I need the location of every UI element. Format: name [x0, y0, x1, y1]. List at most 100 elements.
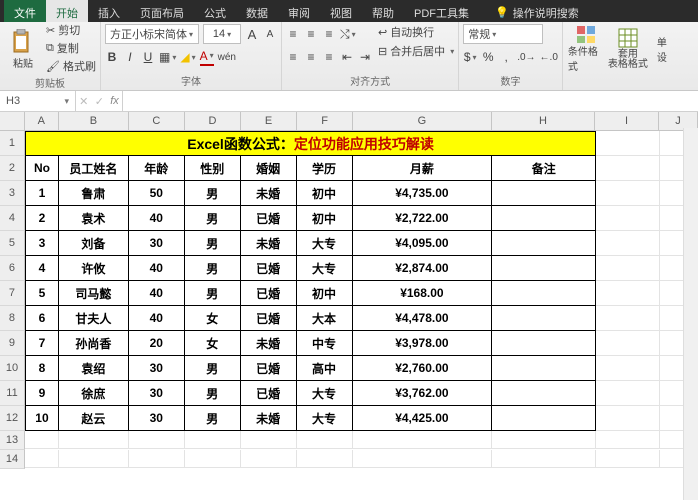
- row-header[interactable]: 11: [0, 381, 25, 406]
- increase-font-button[interactable]: A: [245, 26, 259, 42]
- header-age[interactable]: 年龄: [129, 156, 185, 181]
- cell[interactable]: [596, 181, 660, 206]
- format-painter-button[interactable]: 🖌 格式刷: [46, 58, 96, 74]
- cell[interactable]: [492, 431, 596, 449]
- cell-age[interactable]: 50: [129, 181, 185, 206]
- cell-edu[interactable]: 初中: [297, 181, 353, 206]
- cell-remark[interactable]: [492, 231, 596, 256]
- cell-name[interactable]: 许攸: [59, 256, 129, 281]
- header-marital[interactable]: 婚姻: [241, 156, 297, 181]
- font-size-select[interactable]: 14: [203, 24, 241, 44]
- cell-remark[interactable]: [492, 381, 596, 406]
- tab-help[interactable]: 帮助: [362, 0, 404, 22]
- cell-salary[interactable]: ¥2,760.00: [353, 356, 493, 381]
- cell-gender[interactable]: 男: [185, 406, 241, 431]
- cell-edu[interactable]: 大专: [297, 406, 353, 431]
- cell-marital[interactable]: 已婚: [241, 206, 297, 231]
- cell-name[interactable]: 赵云: [59, 406, 129, 431]
- row-header[interactable]: 10: [0, 356, 25, 381]
- cell-salary[interactable]: ¥4,735.00: [353, 181, 493, 206]
- cell[interactable]: [596, 381, 660, 406]
- cancel-edit-button[interactable]: ✕: [79, 95, 88, 108]
- col-header[interactable]: C: [129, 112, 185, 130]
- cell-salary[interactable]: ¥168.00: [353, 281, 493, 306]
- cell[interactable]: [596, 306, 660, 331]
- cell-edu[interactable]: 初中: [297, 206, 353, 231]
- cell-name[interactable]: 鲁肃: [59, 181, 129, 206]
- copy-button[interactable]: ⧉ 复制: [46, 40, 96, 56]
- cell-age[interactable]: 20: [129, 331, 185, 356]
- cell-edu[interactable]: 大专: [297, 231, 353, 256]
- cell[interactable]: [596, 281, 660, 306]
- row-header[interactable]: 14: [0, 450, 25, 469]
- cell-age[interactable]: 40: [129, 306, 185, 331]
- cell-gender[interactable]: 男: [185, 206, 241, 231]
- cell[interactable]: [596, 256, 660, 281]
- cell[interactable]: [185, 431, 241, 449]
- cell-age[interactable]: 30: [129, 356, 185, 381]
- cell[interactable]: [596, 431, 660, 449]
- formula-input[interactable]: [123, 91, 698, 111]
- row-header[interactable]: 9: [0, 331, 25, 356]
- select-all-corner[interactable]: [0, 112, 25, 130]
- col-header[interactable]: A: [25, 112, 59, 130]
- cell-edu[interactable]: 高中: [297, 356, 353, 381]
- fx-button[interactable]: fx: [110, 95, 119, 107]
- cell[interactable]: [596, 231, 660, 256]
- tab-home[interactable]: 开始: [46, 0, 88, 22]
- align-left-button[interactable]: ≡: [286, 49, 300, 65]
- fill-color-button[interactable]: ◢: [180, 49, 195, 65]
- underline-button[interactable]: U: [141, 49, 155, 65]
- cell-name[interactable]: 袁术: [59, 206, 129, 231]
- cell-name[interactable]: 袁绍: [59, 356, 129, 381]
- cut-button[interactable]: ✂ 剪切: [46, 22, 96, 38]
- comma-button[interactable]: ,: [499, 49, 513, 65]
- cell-no[interactable]: 8: [25, 356, 59, 381]
- cell-marital[interactable]: 未婚: [241, 406, 297, 431]
- cell[interactable]: [129, 450, 185, 468]
- cell-age[interactable]: 40: [129, 206, 185, 231]
- cell-name[interactable]: 孙尚香: [59, 331, 129, 356]
- cell-edu[interactable]: 大专: [297, 256, 353, 281]
- cell-remark[interactable]: [492, 181, 596, 206]
- cell-marital[interactable]: 已婚: [241, 256, 297, 281]
- row-header[interactable]: 6: [0, 256, 25, 281]
- title-cell[interactable]: Excel函数公式： 定位功能应用技巧解读: [25, 131, 596, 156]
- cell-marital[interactable]: 未婚: [241, 231, 297, 256]
- row-header[interactable]: 13: [0, 431, 25, 450]
- cell[interactable]: [596, 331, 660, 356]
- cell-remark[interactable]: [492, 281, 596, 306]
- cell-remark[interactable]: [492, 331, 596, 356]
- accounting-format-button[interactable]: $: [463, 49, 477, 65]
- cell-salary[interactable]: ¥4,095.00: [353, 231, 493, 256]
- align-top-button[interactable]: ≡: [286, 26, 300, 42]
- cell-name[interactable]: 徐庶: [59, 381, 129, 406]
- header-salary[interactable]: 月薪: [353, 156, 493, 181]
- header-edu[interactable]: 学历: [297, 156, 353, 181]
- cell-age[interactable]: 30: [129, 381, 185, 406]
- merge-center-button[interactable]: ⊟ 合并后居中: [378, 43, 454, 59]
- cell-gender[interactable]: 男: [185, 256, 241, 281]
- cell-gender[interactable]: 男: [185, 181, 241, 206]
- col-header[interactable]: E: [241, 112, 297, 130]
- cell-name[interactable]: 司马懿: [59, 281, 129, 306]
- tab-data[interactable]: 数据: [236, 0, 278, 22]
- cell-salary[interactable]: ¥3,978.00: [353, 331, 493, 356]
- cell-edu[interactable]: 大专: [297, 381, 353, 406]
- cell[interactable]: [59, 431, 129, 449]
- header-remark[interactable]: 备注: [492, 156, 596, 181]
- confirm-edit-button[interactable]: ✓: [95, 95, 104, 108]
- italic-button[interactable]: I: [123, 49, 137, 65]
- cell-no[interactable]: 1: [25, 181, 59, 206]
- decrease-decimal-button[interactable]: ←.0: [540, 49, 558, 65]
- cell-salary[interactable]: ¥2,722.00: [353, 206, 493, 231]
- tab-formula[interactable]: 公式: [194, 0, 236, 22]
- tell-me-search[interactable]: 💡 操作说明搜索: [485, 0, 589, 22]
- tab-insert[interactable]: 插入: [88, 0, 130, 22]
- cell-no[interactable]: 10: [25, 406, 59, 431]
- cell-no[interactable]: 9: [25, 381, 59, 406]
- decrease-indent-button[interactable]: ⇤: [340, 49, 354, 65]
- cell-age[interactable]: 40: [129, 256, 185, 281]
- cell[interactable]: [297, 450, 353, 468]
- cell[interactable]: [596, 450, 660, 468]
